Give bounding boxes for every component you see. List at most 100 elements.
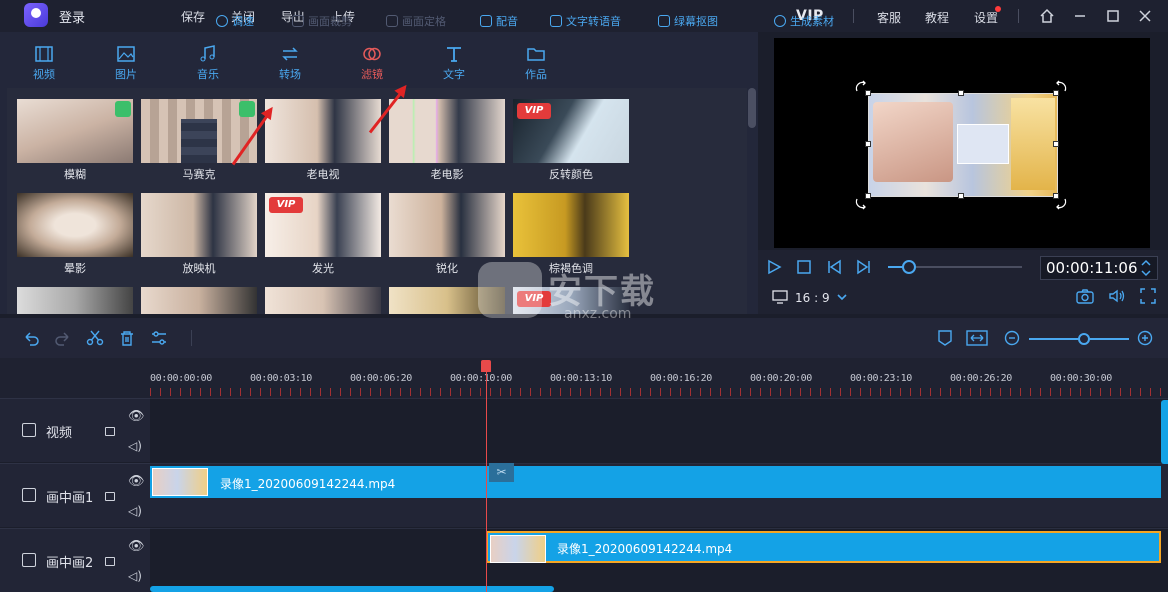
redo-icon[interactable] — [54, 329, 72, 347]
clip-name: 录像1_20200609142244.mp4 — [557, 542, 733, 556]
ruler-label: 00:00:16:20 — [650, 373, 712, 384]
resize-handle[interactable] — [1053, 141, 1059, 147]
clip-pip2[interactable]: 录像1_20200609142244.mp4 — [486, 531, 1161, 563]
crop-button[interactable]: 画面裁剪 — [292, 13, 352, 29]
speed-button[interactable]: 调速 — [216, 13, 254, 29]
tab-music[interactable]: 音乐 — [178, 40, 238, 84]
freeze-frame-button[interactable]: 画面定格 — [386, 13, 446, 29]
track-header-pip2: 画中画2 👁 ◁) — [0, 528, 150, 592]
playhead-line[interactable] — [486, 372, 487, 592]
fullscreen-icon[interactable] — [1140, 288, 1156, 304]
filter-thumbnail — [389, 99, 505, 163]
stop-icon[interactable] — [796, 259, 812, 275]
clip-pip1[interactable]: 录像1_20200609142244.mp4 — [150, 466, 1161, 498]
play-icon[interactable] — [766, 259, 782, 275]
app-logo-icon[interactable] — [24, 3, 48, 27]
timeline-ruler[interactable]: 00:00:00:00 00:00:03:10 00:00:06:20 00:0… — [150, 358, 1168, 398]
time-stepper-icon[interactable] — [1140, 257, 1152, 279]
home-icon[interactable] — [1037, 6, 1057, 26]
media-tabs: 视频 图片 音乐 转场 滤镜 文字 作品 — [0, 32, 758, 88]
filter-item[interactable]: 放映机 — [141, 193, 257, 276]
eye-icon[interactable]: 👁 — [128, 539, 145, 554]
dub-label: 配音 — [496, 15, 518, 28]
filter-item[interactable]: 马赛克 — [141, 99, 257, 182]
lock-icon[interactable] — [105, 492, 115, 501]
customer-service-link[interactable]: 客服 — [877, 9, 901, 26]
playhead-handle[interactable] — [481, 360, 491, 372]
watermark-logo-icon — [478, 262, 542, 318]
horizontal-scrollbar[interactable] — [150, 586, 554, 592]
watermark: 安下载 anxz.com — [470, 258, 700, 328]
maximize-icon[interactable] — [1103, 6, 1123, 26]
track-video[interactable] — [150, 398, 1168, 462]
speaker-icon[interactable]: ◁) — [128, 569, 142, 583]
playback-slider-knob[interactable] — [902, 260, 916, 274]
filter-item[interactable]: 晕影 — [17, 193, 133, 276]
rotate-icon[interactable] — [1054, 80, 1068, 94]
lock-icon[interactable] — [105, 427, 115, 436]
speaker-icon[interactable]: ◁) — [128, 504, 142, 518]
rotate-icon[interactable] — [1054, 196, 1068, 210]
camera-icon[interactable] — [1076, 288, 1094, 304]
filter-item[interactable] — [141, 287, 257, 314]
filter-item[interactable]: 老电视 — [265, 99, 381, 182]
chevron-down-icon[interactable] — [836, 292, 848, 302]
settings-link[interactable]: 设置 — [974, 9, 998, 26]
track-header-pip1: 画中画1 👁 ◁) — [0, 463, 150, 527]
filter-item[interactable]: VIP 反转颜色 — [513, 99, 629, 182]
volume-icon[interactable] — [1108, 288, 1126, 304]
minimize-icon[interactable] — [1070, 6, 1090, 26]
rotate-icon[interactable] — [854, 196, 868, 210]
scissors-icon[interactable]: ✂ — [489, 463, 514, 482]
dub-button[interactable]: 配音 — [480, 13, 518, 29]
pip-icon — [22, 488, 36, 502]
trash-icon[interactable] — [118, 329, 136, 347]
menu-save[interactable]: 保存 — [181, 8, 205, 25]
green-screen-button[interactable]: 绿幕抠图 — [658, 13, 718, 29]
rotate-icon[interactable] — [854, 80, 868, 94]
resize-handle[interactable] — [958, 90, 964, 96]
preview-canvas[interactable] — [774, 38, 1150, 248]
tab-image[interactable]: 图片 — [96, 40, 156, 84]
scissors-icon[interactable] — [86, 329, 104, 347]
tutorial-link[interactable]: 教程 — [925, 9, 949, 26]
preview-image[interactable] — [868, 93, 1058, 197]
fit-timeline-icon[interactable] — [966, 329, 988, 347]
next-frame-icon[interactable] — [856, 259, 872, 275]
filter-item[interactable]: 老电影 — [389, 99, 505, 182]
zoom-out-icon[interactable] — [1004, 330, 1020, 346]
prev-frame-icon[interactable] — [826, 259, 842, 275]
close-icon[interactable] — [1135, 6, 1155, 26]
tab-works[interactable]: 作品 — [506, 40, 566, 84]
filter-item[interactable] — [265, 287, 381, 314]
tab-text[interactable]: 文字 — [424, 40, 484, 84]
filter-thumbnail — [17, 287, 133, 314]
filter-label: 放映机 — [182, 262, 216, 275]
scrollbar[interactable] — [748, 88, 756, 128]
login-link[interactable]: 登录 — [59, 7, 85, 26]
zoom-slider-knob[interactable] — [1078, 333, 1090, 345]
filter-thumbnail — [389, 193, 505, 257]
eye-icon[interactable]: 👁 — [128, 474, 145, 489]
speaker-icon[interactable]: ◁) — [128, 439, 142, 453]
filter-item[interactable]: 模糊 — [17, 99, 133, 182]
pip-icon — [22, 553, 36, 567]
generate-material-button[interactable]: 生成素材 — [774, 13, 834, 29]
text-to-speech-button[interactable]: 文字转语音 — [550, 13, 621, 29]
filter-item[interactable] — [17, 287, 133, 314]
aspect-ratio-value: 16 : 9 — [795, 291, 830, 305]
freeze-label: 画面定格 — [402, 15, 446, 28]
tab-transition[interactable]: 转场 — [260, 40, 320, 84]
settings-sliders-icon[interactable] — [150, 329, 168, 347]
marker-icon[interactable] — [937, 329, 953, 347]
resize-handle[interactable] — [958, 193, 964, 199]
lock-icon[interactable] — [105, 557, 115, 566]
filter-thumbnail — [513, 193, 629, 257]
filter-item[interactable]: VIP 发光 — [265, 193, 381, 276]
tab-video[interactable]: 视频 — [14, 40, 74, 84]
resize-handle[interactable] — [865, 141, 871, 147]
undo-icon[interactable] — [22, 329, 40, 347]
tab-filter[interactable]: 滤镜 — [342, 40, 402, 84]
zoom-in-icon[interactable] — [1137, 330, 1153, 346]
eye-icon[interactable]: 👁 — [128, 409, 145, 424]
